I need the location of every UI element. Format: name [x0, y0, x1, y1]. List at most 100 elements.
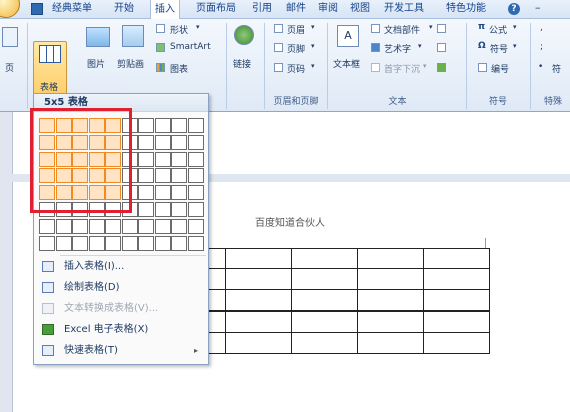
grid-cell[interactable]	[171, 219, 187, 234]
grid-cell[interactable]	[188, 118, 204, 133]
grid-cell[interactable]	[171, 118, 187, 133]
symbol-button[interactable]: 符号	[490, 42, 508, 55]
grid-cell[interactable]	[138, 219, 154, 234]
table-cell[interactable]	[225, 248, 292, 269]
shapes-button[interactable]: 形状	[170, 23, 188, 36]
formula-button[interactable]: 公式	[489, 23, 507, 36]
grid-cell[interactable]	[39, 219, 55, 234]
table-cell[interactable]	[423, 289, 490, 311]
grid-cell[interactable]	[155, 185, 171, 200]
grid-cell[interactable]	[155, 202, 171, 217]
tab-insert[interactable]: 插入	[150, 0, 180, 20]
menu-item[interactable]: Excel 电子表格(X)	[34, 319, 208, 341]
grid-cell[interactable]	[155, 168, 171, 183]
docparts-button[interactable]: 文档部件	[384, 23, 420, 36]
table-cell[interactable]	[225, 268, 292, 290]
grid-cell[interactable]	[171, 152, 187, 167]
table-cell[interactable]	[423, 268, 490, 290]
grid-cell[interactable]	[89, 219, 105, 234]
table-cell[interactable]	[357, 248, 424, 269]
table-cell[interactable]	[291, 248, 358, 269]
header-button[interactable]: 页眉	[287, 23, 305, 36]
special-symbol-item[interactable]: 符	[552, 62, 561, 75]
grid-cell[interactable]	[188, 185, 204, 200]
grid-cell[interactable]	[138, 118, 154, 133]
grid-cell[interactable]	[72, 236, 88, 251]
tab-developer[interactable]: 开发工具	[384, 0, 424, 18]
table-cell[interactable]	[423, 332, 490, 354]
tab-view[interactable]: 视图	[350, 0, 370, 18]
grid-cell[interactable]	[188, 236, 204, 251]
page-number-button[interactable]: 页码	[287, 62, 305, 75]
grid-cell[interactable]	[122, 219, 138, 234]
grid-cell[interactable]	[105, 236, 121, 251]
menu-item[interactable]: 插入表格(I)...	[34, 256, 208, 278]
grid-cell[interactable]	[138, 135, 154, 150]
grid-cell[interactable]	[56, 219, 72, 234]
grid-cell[interactable]	[171, 168, 187, 183]
grid-cell[interactable]	[39, 236, 55, 251]
minimize-icon[interactable]: –	[535, 1, 541, 14]
menu-item[interactable]: 绘制表格(D)	[34, 277, 208, 299]
footer-button[interactable]: 页脚	[287, 42, 305, 55]
table-cell[interactable]	[225, 332, 292, 354]
bullet-symbol[interactable]: •	[538, 62, 543, 72]
grid-cell[interactable]	[171, 135, 187, 150]
menu-item[interactable]: 快速表格(T) ▸	[34, 340, 208, 362]
grid-cell[interactable]	[171, 185, 187, 200]
clipart-button[interactable]: 剪贴画	[117, 57, 144, 70]
tab-mailings[interactable]: 邮件	[286, 0, 306, 18]
link-button[interactable]: 链接	[233, 57, 251, 70]
grid-cell[interactable]	[188, 219, 204, 234]
help-icon[interactable]: ?	[508, 3, 520, 15]
table-cell[interactable]	[357, 311, 424, 333]
document-table[interactable]	[160, 248, 490, 354]
grid-cell[interactable]	[122, 236, 138, 251]
grid-cell[interactable]	[155, 135, 171, 150]
table-cell[interactable]	[357, 289, 424, 311]
tab-review[interactable]: 审阅	[318, 0, 338, 18]
table-cell[interactable]	[225, 311, 292, 333]
page-button-label[interactable]: 页	[5, 61, 14, 74]
grid-cell[interactable]	[138, 185, 154, 200]
table-cell[interactable]	[291, 289, 358, 311]
grid-cell[interactable]	[105, 219, 121, 234]
grid-cell[interactable]	[155, 152, 171, 167]
grid-cell[interactable]	[72, 219, 88, 234]
tab-classic-menu[interactable]: 经典菜单	[52, 0, 92, 18]
smartart-button[interactable]: SmartArt	[170, 42, 211, 52]
picture-button[interactable]: 图片	[87, 57, 105, 70]
tab-special-features[interactable]: 特色功能	[446, 0, 486, 18]
textbox-button[interactable]: 文本框	[333, 57, 360, 70]
grid-cell[interactable]	[56, 236, 72, 251]
grid-cell[interactable]	[171, 202, 187, 217]
tab-page-layout[interactable]: 页面布局	[196, 0, 236, 18]
menu-item[interactable]: 文本转换成表格(V)...	[34, 298, 208, 320]
table-cell[interactable]	[291, 268, 358, 290]
grid-cell[interactable]	[138, 236, 154, 251]
table-cell[interactable]	[291, 332, 358, 354]
tab-home[interactable]: 开始	[114, 0, 134, 18]
tab-references[interactable]: 引用	[252, 0, 272, 18]
grid-cell[interactable]	[155, 219, 171, 234]
grid-cell[interactable]	[138, 168, 154, 183]
grid-cell[interactable]	[155, 118, 171, 133]
chart-button[interactable]: 图表	[170, 62, 188, 75]
wordart-button[interactable]: 艺术字	[384, 42, 411, 55]
table-cell[interactable]	[357, 268, 424, 290]
table-cell[interactable]	[225, 289, 292, 311]
table-cell[interactable]	[291, 311, 358, 333]
semicolon-symbol[interactable]: ;	[540, 42, 543, 52]
grid-cell[interactable]	[188, 135, 204, 150]
grid-cell[interactable]	[188, 202, 204, 217]
grid-cell[interactable]	[138, 152, 154, 167]
table-cell[interactable]	[423, 248, 490, 269]
grid-cell[interactable]	[188, 152, 204, 167]
number-button[interactable]: 编号	[491, 62, 509, 75]
table-cell[interactable]	[423, 311, 490, 333]
dropcap-button[interactable]: 首字下沉	[384, 62, 420, 75]
comma-symbol[interactable]: ,	[540, 23, 543, 33]
table-cell[interactable]	[357, 332, 424, 354]
grid-cell[interactable]	[188, 168, 204, 183]
grid-cell[interactable]	[89, 236, 105, 251]
